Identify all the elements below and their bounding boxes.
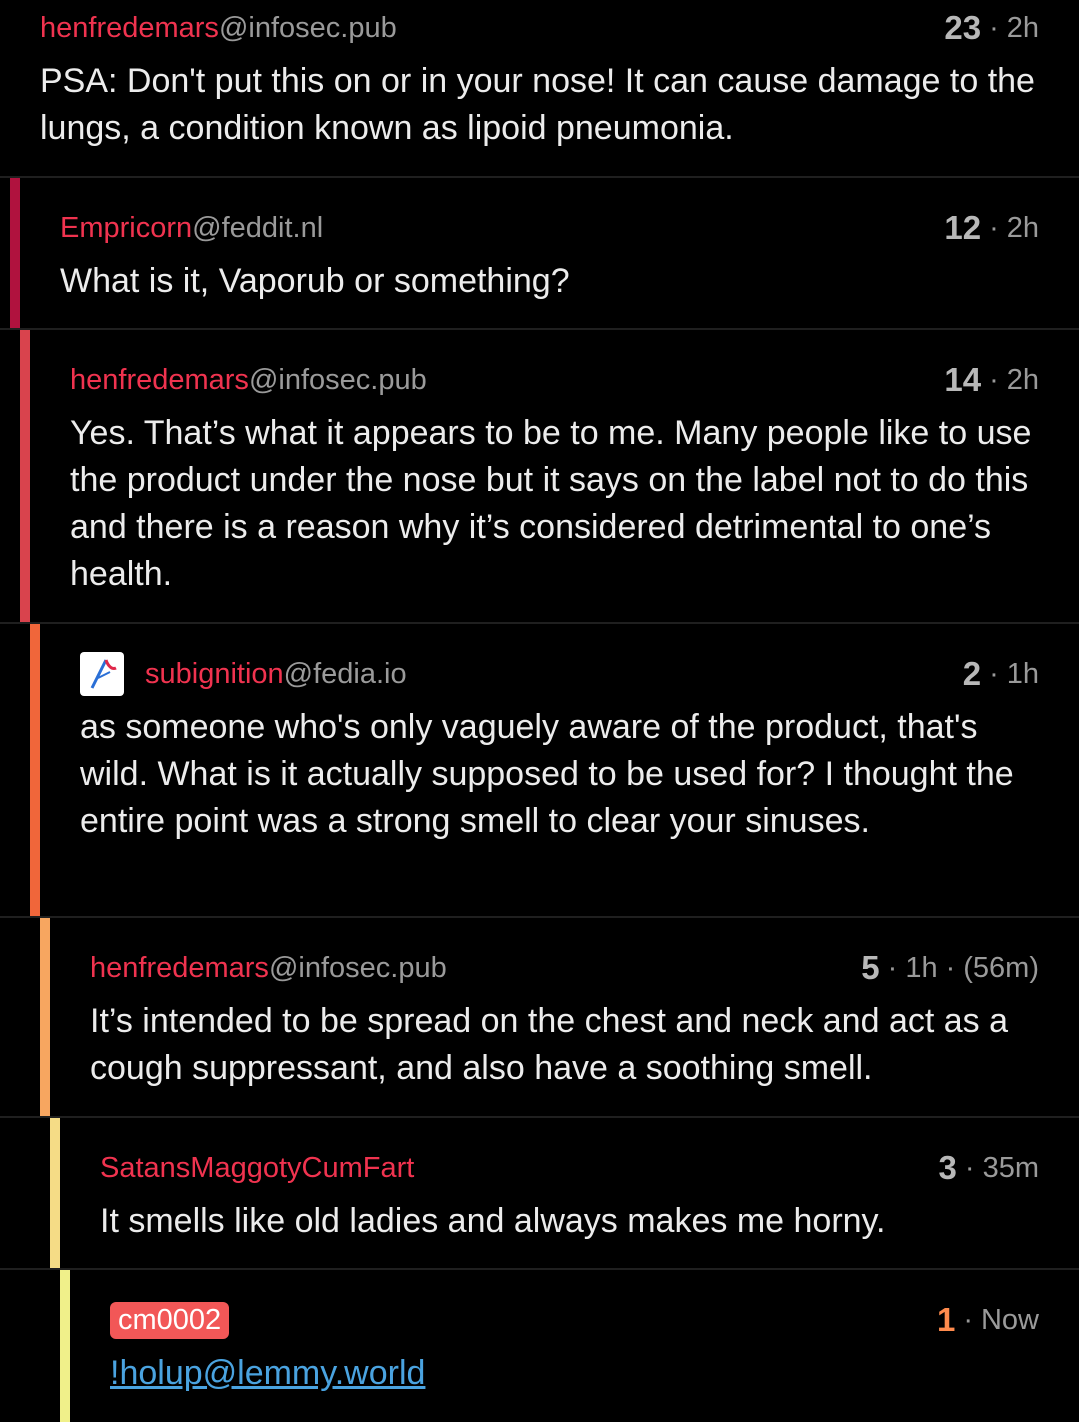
comment-meta: henfredemars @infosec.pub 23 · 2h	[40, 8, 1039, 48]
comment-thread: henfredemars @infosec.pub 23 · 2h PSA: Do…	[0, 0, 1079, 1422]
timestamp: 2h	[1006, 211, 1039, 244]
instance: @infosec.pub	[218, 11, 397, 44]
score: 5	[861, 949, 880, 986]
comment-body: as someone who's only vaguely aware of t…	[80, 708, 1014, 840]
score: 2	[962, 655, 982, 692]
score-time: 1 · Now	[936, 1301, 1039, 1338]
instance: @fedia.io	[283, 657, 407, 690]
comment-body: It’s intended to be spread on the chest …	[90, 1002, 1009, 1087]
timestamp: 2h	[1006, 11, 1039, 44]
instance: @infosec.pub	[248, 363, 427, 396]
username[interactable]: SatansMaggotyCumFart	[100, 1152, 414, 1185]
edited-time: (56m)	[963, 951, 1039, 984]
comment-body: What is it, Vaporub or something?	[60, 262, 570, 300]
comment-author[interactable]: henfredemars @infosec.pub	[90, 952, 447, 985]
comment-body: PSA: Don't put this on or in your nose! …	[40, 62, 1035, 147]
comment[interactable]: cm0002 1 · Now !holup@lemmy.world	[0, 1270, 1079, 1422]
comment-meta: cm0002 1 · Now	[110, 1300, 1039, 1340]
comment-author[interactable]: henfredemars @infosec.pub	[40, 12, 397, 45]
comment-meta: subignition @fedia.io 2 · 1h	[80, 652, 1039, 696]
timestamp: Now	[980, 1303, 1039, 1336]
timestamp: 1h	[905, 951, 938, 984]
username[interactable]: subignition	[145, 658, 284, 691]
score-time: 12 · 2h	[944, 209, 1039, 246]
score-time: 23 · 2h	[944, 9, 1039, 46]
score: 23	[944, 9, 982, 46]
comment[interactable]: henfredemars @infosec.pub 5 · 1h · (56m) …	[0, 918, 1079, 1118]
score-time: 2 · 1h	[962, 655, 1039, 692]
score-time: 3 · 35m	[938, 1149, 1039, 1186]
comment[interactable]: subignition @fedia.io 2 · 1h as someone w…	[0, 624, 1079, 918]
username[interactable]: henfredemars	[70, 364, 249, 397]
depth-bar	[10, 178, 20, 328]
username[interactable]: henfredemars	[40, 12, 219, 45]
depth-bar	[20, 330, 30, 622]
comment-body: !holup@lemmy.world	[110, 1350, 1039, 1397]
avatar-icon-graphic	[90, 659, 117, 689]
depth-bar	[40, 918, 50, 1116]
comment-meta: Empricorn @feddit.nl 12 · 2h	[60, 208, 1039, 248]
timestamp: 2h	[1006, 363, 1039, 396]
depth-bar	[60, 1270, 70, 1422]
score-time: 14 · 2h	[944, 361, 1039, 398]
score: 1	[936, 1301, 956, 1338]
comment-author[interactable]: Empricorn @feddit.nl	[60, 212, 323, 245]
instance: @feddit.nl	[192, 211, 324, 244]
comment-author[interactable]: subignition @fedia.io	[80, 652, 407, 696]
comment[interactable]: henfredemars @infosec.pub 23 · 2h PSA: Do…	[0, 0, 1079, 178]
timestamp: 35m	[982, 1151, 1039, 1184]
comment-author[interactable]: cm0002	[110, 1301, 230, 1339]
score: 14	[944, 361, 982, 398]
avatar-icon[interactable]	[80, 652, 124, 696]
comment-meta: SatansMaggotyCumFart 3 · 35m	[100, 1148, 1039, 1188]
comment-author[interactable]: SatansMaggotyCumFart	[100, 1152, 414, 1185]
comment-author[interactable]: henfredemars @infosec.pub	[70, 364, 427, 397]
comment-body: It smells like old ladies and always mak…	[100, 1202, 886, 1240]
timestamp: 1h	[1006, 657, 1039, 690]
comment[interactable]: henfredemars @infosec.pub 14 · 2h Yes. Th…	[0, 330, 1079, 624]
own-user-badge[interactable]: cm0002	[110, 1301, 230, 1339]
username[interactable]: Empricorn	[60, 212, 192, 245]
username[interactable]: henfredemars	[90, 952, 269, 985]
comment-meta: henfredemars @infosec.pub 14 · 2h	[70, 360, 1039, 400]
comment-body: Yes. That’s what it appears to be to me.…	[70, 414, 1032, 593]
community-link[interactable]: !holup@lemmy.world	[110, 1354, 425, 1392]
score: 3	[938, 1149, 957, 1186]
instance: @infosec.pub	[268, 951, 447, 984]
depth-bar	[30, 624, 40, 916]
depth-bar	[50, 1118, 60, 1268]
comment[interactable]: SatansMaggotyCumFart 3 · 35m It smells l…	[0, 1118, 1079, 1270]
comment-meta: henfredemars @infosec.pub 5 · 1h · (56m)	[90, 948, 1039, 988]
score-time: 5 · 1h · (56m)	[861, 949, 1039, 986]
comment[interactable]: Empricorn @feddit.nl 12 · 2h What is it, …	[0, 178, 1079, 330]
score: 12	[944, 209, 982, 246]
